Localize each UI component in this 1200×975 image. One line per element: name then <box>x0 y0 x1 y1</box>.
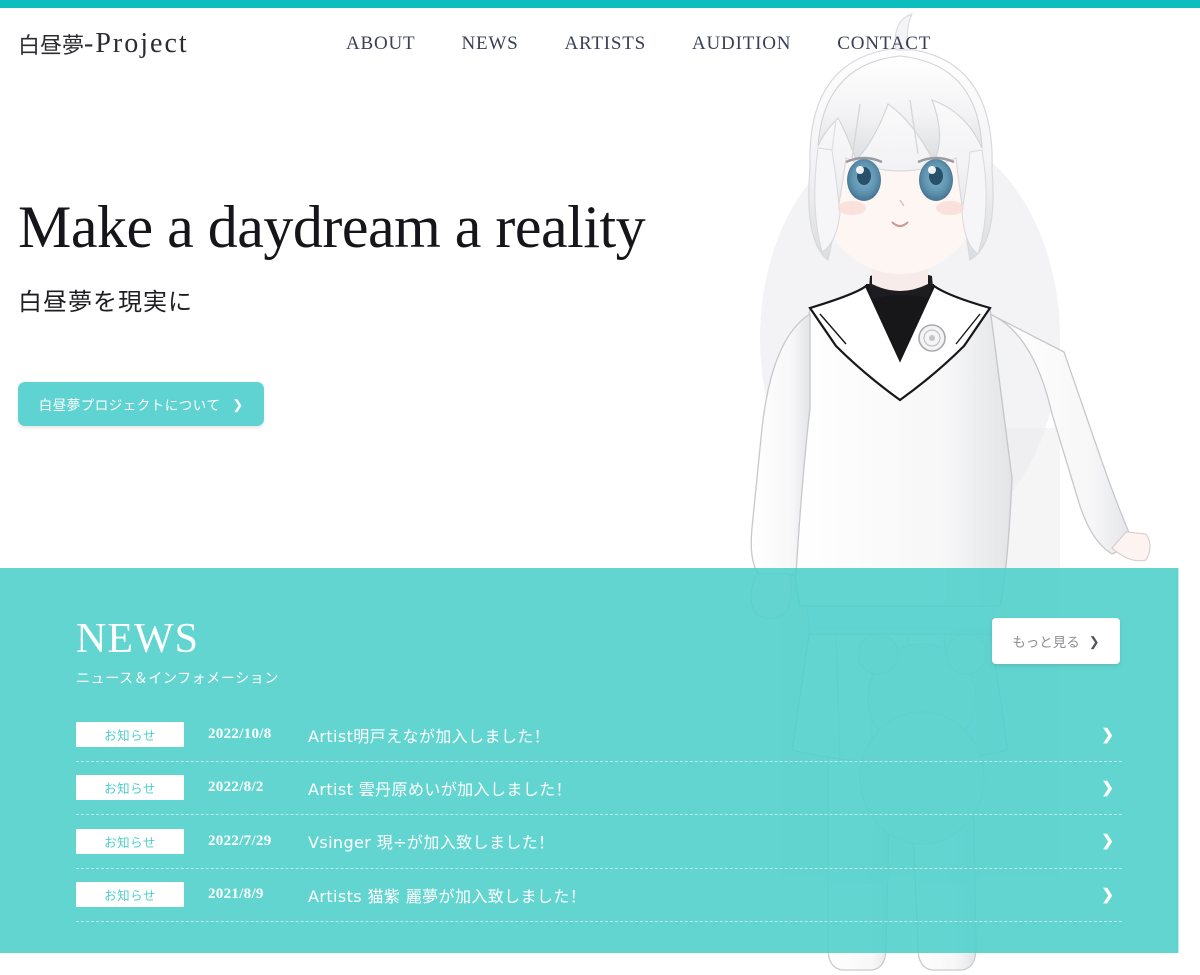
hero-title: Make a daydream a reality <box>18 194 646 260</box>
news-headline: Vsinger 現÷が加入致しました！ <box>308 833 555 853</box>
news-headline: Artist 雲丹原めいが加入しました！ <box>308 779 572 799</box>
news-item[interactable]: お知らせ 2022/7/29 Vsinger 現÷が加入致しました！ ❯ <box>76 815 1122 869</box>
site-header: 白昼夢 - Project ABOUT NEWS ARTISTS AUDITIO… <box>0 8 1200 80</box>
news-headline: Artists 猫紫 麗夢が加入致しました！ <box>308 886 587 906</box>
news-more-label: もっと見る <box>1012 635 1080 651</box>
site-logo[interactable]: 白昼夢 - Project <box>18 24 238 64</box>
news-subtitle: ニュース＆インフォメーション <box>76 671 279 687</box>
top-accent-bar <box>0 0 1200 8</box>
news-section: NEWS ニュース＆インフォメーション もっと見る ❯ お知らせ 2022/10… <box>0 568 1179 953</box>
news-heading: NEWS ニュース＆インフォメーション <box>76 618 279 688</box>
nav-item-artists[interactable]: ARTISTS <box>541 27 669 61</box>
news-badge: お知らせ <box>76 775 184 801</box>
nav-item-about[interactable]: ABOUT <box>323 27 438 61</box>
news-badge-label: お知らせ <box>104 728 156 744</box>
news-date: 2022/7/29 <box>208 832 272 849</box>
news-date: 2022/8/2 <box>208 779 264 796</box>
chevron-right-icon: ❯ <box>1088 633 1100 649</box>
logo-en-text: Project <box>95 28 189 59</box>
chevron-right-icon: ❯ <box>1101 779 1114 797</box>
news-badge-label: お知らせ <box>104 834 156 850</box>
nav-item-contact[interactable]: CONTACT <box>814 27 954 61</box>
homepage: 白昼夢 - Project ABOUT NEWS ARTISTS AUDITIO… <box>0 0 1200 975</box>
about-project-button-label: 白昼夢プロジェクトについて <box>38 398 221 414</box>
nav-item-audition[interactable]: AUDITION <box>669 27 814 61</box>
news-item[interactable]: お知らせ 2022/10/8 Artist明戸えなが加入しました！ ❯ <box>76 708 1122 762</box>
news-list: お知らせ 2022/10/8 Artist明戸えなが加入しました！ ❯ お知らせ… <box>76 708 1122 922</box>
news-badge: お知らせ <box>76 828 184 854</box>
news-title: NEWS <box>76 616 199 662</box>
news-badge-label: お知らせ <box>104 888 156 904</box>
logo-separator: - <box>84 28 96 59</box>
news-badge-label: お知らせ <box>104 781 156 797</box>
chevron-right-icon: ❯ <box>232 396 244 412</box>
news-headline: Artist明戸えなが加入しました！ <box>308 726 551 746</box>
main-navigation: ABOUT NEWS ARTISTS AUDITION CONTACT <box>323 27 954 61</box>
nav-item-news[interactable]: NEWS <box>438 27 541 61</box>
hero-copy: Make a daydream a reality 白昼夢を現実に <box>18 194 646 317</box>
chevron-right-icon: ❯ <box>1101 832 1114 850</box>
news-date: 2022/10/8 <box>208 726 272 743</box>
news-item[interactable]: お知らせ 2021/8/9 Artists 猫紫 麗夢が加入致しました！ ❯ <box>76 869 1122 922</box>
hero-subtitle: 白昼夢を現実に <box>18 287 193 316</box>
chevron-right-icon: ❯ <box>1101 886 1114 904</box>
news-date: 2021/8/9 <box>208 886 264 903</box>
news-item[interactable]: お知らせ 2022/8/2 Artist 雲丹原めいが加入しました！ ❯ <box>76 762 1122 815</box>
about-project-button[interactable]: 白昼夢プロジェクトについて ❯ <box>18 382 264 426</box>
news-badge: お知らせ <box>76 882 184 908</box>
logo-jp-text: 白昼夢 <box>18 34 85 59</box>
news-badge: お知らせ <box>76 722 184 748</box>
chevron-right-icon: ❯ <box>1101 726 1114 744</box>
news-more-button[interactable]: もっと見る ❯ <box>992 618 1120 664</box>
